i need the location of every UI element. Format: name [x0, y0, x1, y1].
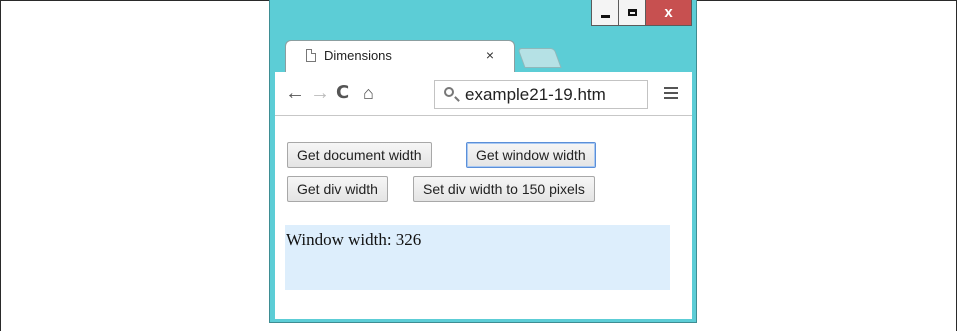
reload-icon[interactable]: C	[336, 82, 349, 104]
browser-toolbar: ← → C ⌂ example21-19.htm	[275, 72, 692, 116]
get-div-width-button[interactable]: Get div width	[287, 176, 388, 202]
new-tab-button[interactable]	[517, 48, 562, 68]
tab-dimensions[interactable]: Dimensions ×	[285, 40, 515, 72]
page-icon	[306, 49, 316, 62]
get-document-width-button[interactable]: Get document width	[287, 142, 432, 168]
address-bar[interactable]: example21-19.htm	[434, 80, 648, 109]
minimize-button[interactable]	[591, 0, 618, 26]
forward-arrow-icon[interactable]: →	[310, 82, 330, 104]
maximize-icon	[627, 9, 637, 16]
get-window-width-button[interactable]: Get window width	[466, 142, 596, 168]
browser-window: x Dimensions × ← → C ⌂ example21-19.htm …	[269, 0, 697, 323]
home-icon[interactable]: ⌂	[363, 82, 374, 104]
close-window-button[interactable]: x	[645, 0, 692, 26]
maximize-button[interactable]	[618, 0, 645, 26]
page-viewport: Get document width Get window width Get …	[275, 116, 692, 319]
menu-icon[interactable]	[664, 87, 678, 102]
minimize-icon	[600, 14, 610, 18]
tab-close-icon[interactable]: ×	[486, 47, 494, 63]
search-icon	[444, 87, 454, 97]
back-arrow-icon[interactable]: ←	[285, 82, 305, 104]
set-div-width-button[interactable]: Set div width to 150 pixels	[413, 176, 595, 202]
output-div: Window width: 326	[285, 225, 670, 290]
url-text: example21-19.htm	[465, 85, 606, 104]
window-controls: x	[591, 0, 692, 27]
tab-title: Dimensions	[324, 48, 392, 63]
close-icon: x	[664, 4, 673, 21]
